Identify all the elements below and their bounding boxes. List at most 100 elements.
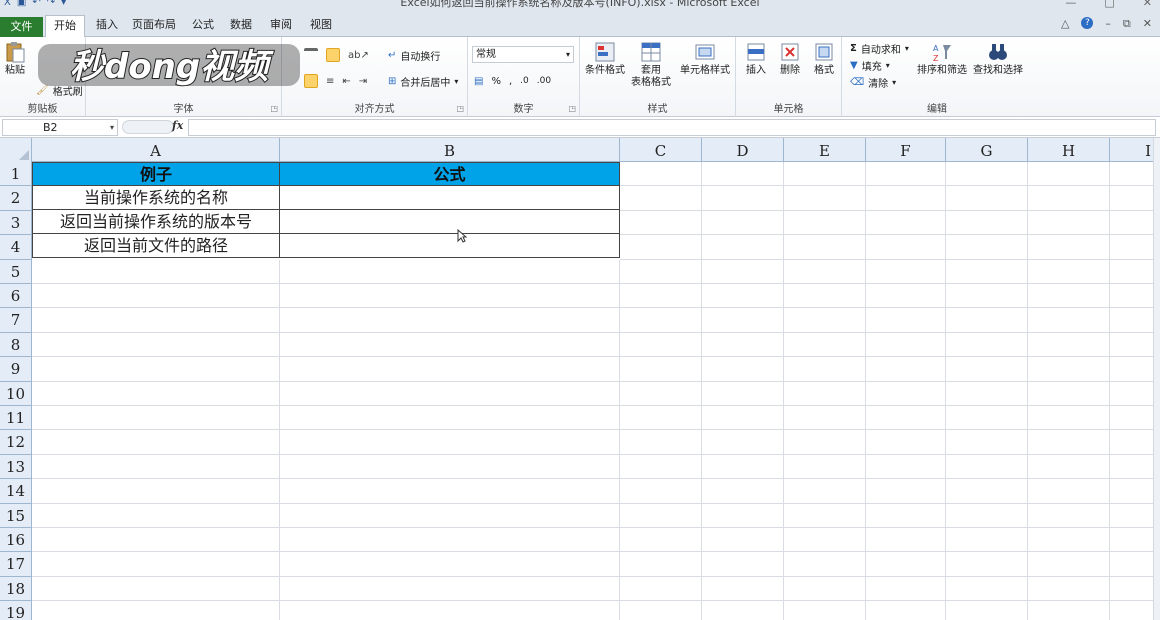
vertical-scrollbar[interactable] (1153, 138, 1160, 620)
row-header-7[interactable]: 7 (0, 308, 32, 333)
grid-cell[interactable] (1028, 406, 1110, 431)
alignment-dialog-launcher-icon[interactable]: ◳ (456, 104, 464, 113)
grid-cell[interactable] (946, 406, 1028, 431)
grid-cell[interactable] (866, 601, 946, 620)
grid-cell[interactable] (620, 332, 702, 358)
tab-data[interactable]: 数据 (224, 15, 258, 37)
chevron-down-icon[interactable]: ▾ (110, 120, 114, 135)
tab-view[interactable]: 视图 (304, 15, 338, 37)
grid-cell[interactable] (702, 284, 784, 309)
row-header-6[interactable]: 6 (0, 284, 32, 309)
grid-cell[interactable] (946, 479, 1028, 504)
grid-cell[interactable] (1110, 601, 1154, 620)
grid-cell[interactable] (946, 235, 1028, 260)
grid-cell[interactable] (1028, 503, 1110, 528)
grid-cell[interactable] (946, 332, 1028, 358)
grid-cell[interactable] (866, 479, 946, 504)
row-header-10[interactable]: 10 (0, 381, 32, 406)
grid-cell[interactable] (946, 210, 1028, 236)
grid-cell[interactable] (702, 552, 784, 577)
grid-cell[interactable] (702, 357, 784, 382)
grid-cell[interactable] (702, 454, 784, 480)
grid-cell[interactable] (784, 186, 866, 211)
grid-cell[interactable] (280, 332, 620, 358)
maximize-button[interactable]: □ (1104, 0, 1114, 9)
grid-cell[interactable] (1028, 210, 1110, 236)
grid-cell[interactable] (32, 332, 280, 358)
grid-cell[interactable] (702, 479, 784, 504)
grid-cell[interactable] (280, 308, 620, 333)
close-button[interactable]: ✕ (1143, 0, 1152, 9)
grid-cell[interactable] (1028, 162, 1110, 187)
grid-cell[interactable] (1110, 186, 1154, 211)
row-header-12[interactable]: 12 (0, 430, 32, 455)
grid-cell[interactable] (702, 235, 784, 260)
grid-cell[interactable] (784, 528, 866, 553)
delete-cells-button[interactable]: 删除 (774, 41, 806, 77)
grid-cell[interactable] (1110, 357, 1154, 382)
grid-cell[interactable] (784, 406, 866, 431)
grid-cell[interactable] (620, 284, 702, 309)
grid-cell[interactable] (1028, 357, 1110, 382)
grid-cell[interactable] (1110, 284, 1154, 309)
find-select-button[interactable]: 查找和选择 (970, 41, 1026, 77)
grid-cell[interactable] (1110, 235, 1154, 260)
grid-cell[interactable] (280, 479, 620, 504)
formula-input[interactable] (188, 119, 1156, 136)
grid-cell[interactable] (32, 430, 280, 455)
grid-cell[interactable] (620, 210, 702, 236)
paste-button[interactable]: 粘贴 (2, 41, 28, 77)
grid-cell[interactable] (32, 406, 280, 431)
grid-cell[interactable] (866, 552, 946, 577)
tab-formulas[interactable]: 公式 (186, 15, 220, 37)
workbook-restore-icon[interactable]: ⧉ (1123, 17, 1131, 31)
grid-cell[interactable] (702, 210, 784, 236)
row-header-14[interactable]: 14 (0, 479, 32, 504)
grid-cell[interactable] (1028, 284, 1110, 309)
font-dialog-launcher-icon[interactable]: ◳ (270, 104, 278, 113)
cell-a2[interactable]: 当前操作系统的名称 (32, 186, 280, 210)
align-center-icon[interactable] (304, 74, 318, 88)
tab-file[interactable]: 文件 (0, 17, 43, 37)
grid-cell[interactable] (1110, 308, 1154, 333)
workbook-close-icon[interactable]: ✕ (1143, 17, 1152, 31)
grid-cell[interactable] (866, 406, 946, 431)
grid-cell[interactable] (866, 528, 946, 553)
grid-cell[interactable] (280, 284, 620, 309)
grid-cell[interactable] (620, 430, 702, 455)
grid-cell[interactable] (784, 381, 866, 406)
column-header-g[interactable]: G (946, 138, 1028, 162)
row-header-1[interactable]: 1 (0, 162, 32, 187)
grid-cell[interactable] (1028, 381, 1110, 406)
tab-home[interactable]: 开始 (45, 15, 85, 38)
grid-cell[interactable] (866, 186, 946, 211)
comma-icon[interactable]: , (509, 76, 512, 87)
grid-cell[interactable] (784, 503, 866, 528)
grid-cell[interactable] (866, 576, 946, 602)
grid-cell[interactable] (702, 576, 784, 602)
orientation-icon[interactable]: ab↗ (348, 50, 369, 61)
grid-cell[interactable] (702, 430, 784, 455)
grid-cell[interactable] (32, 601, 280, 620)
grid-cell[interactable] (784, 430, 866, 455)
grid-cell[interactable] (866, 284, 946, 309)
grid-cell[interactable] (280, 503, 620, 528)
grid-cell[interactable] (32, 454, 280, 480)
grid-cell[interactable] (784, 235, 866, 260)
row-header-3[interactable]: 3 (0, 210, 32, 236)
column-header-e[interactable]: E (784, 138, 866, 162)
grid-cell[interactable] (620, 308, 702, 333)
grid-cell[interactable] (946, 503, 1028, 528)
grid-cell[interactable] (946, 259, 1028, 284)
grid-cell[interactable] (946, 284, 1028, 309)
grid-cell[interactable] (866, 381, 946, 406)
row-header-9[interactable]: 9 (0, 357, 32, 382)
grid-cell[interactable] (946, 381, 1028, 406)
row-header-18[interactable]: 18 (0, 576, 32, 602)
align-middle-icon[interactable] (326, 48, 340, 62)
cell-a3[interactable]: 返回当前操作系统的版本号 (32, 210, 280, 234)
row-header-2[interactable]: 2 (0, 186, 32, 211)
currency-icon[interactable]: ▤ (474, 76, 483, 87)
grid-cell[interactable] (280, 576, 620, 602)
grid-cell[interactable] (784, 259, 866, 284)
